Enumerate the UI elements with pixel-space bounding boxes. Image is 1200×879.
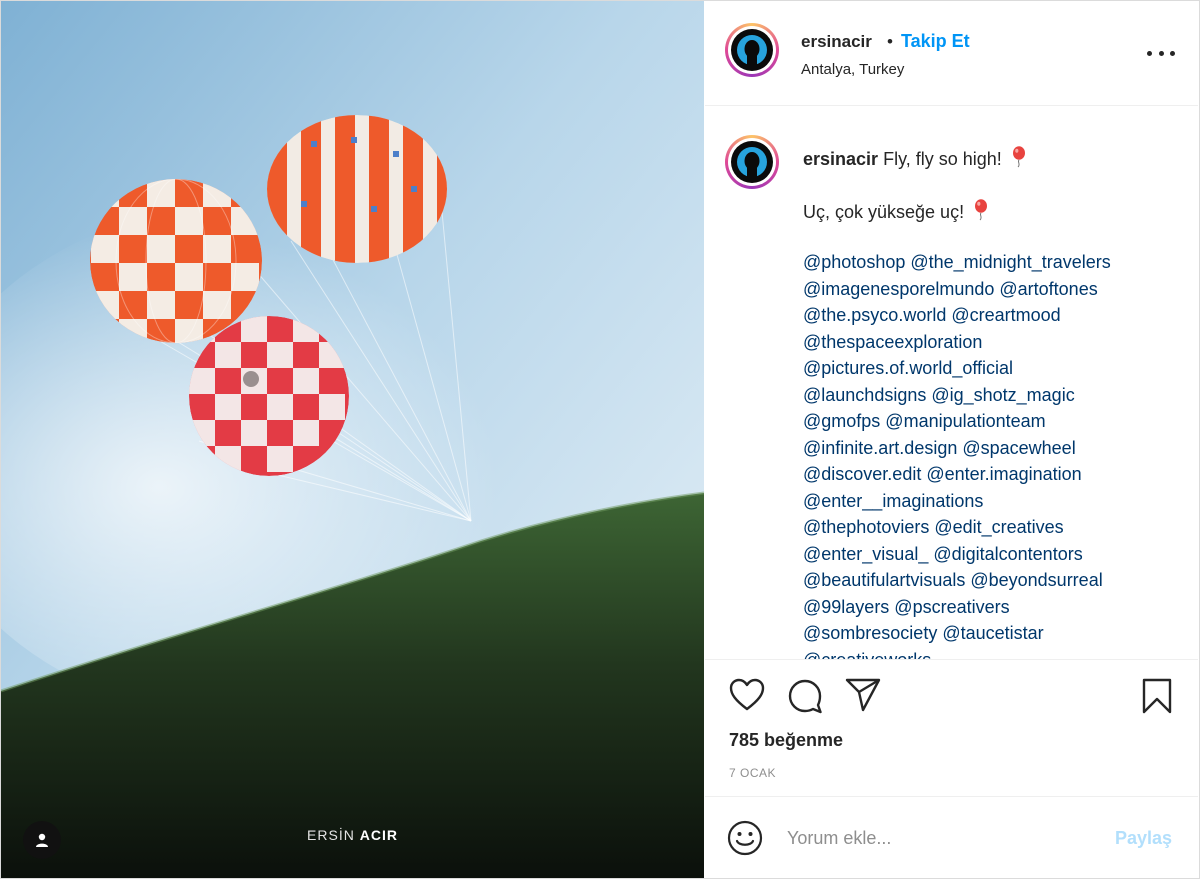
mention-line[interactable]: @enter_visual_ @digitalcontentors xyxy=(803,541,1183,568)
caption-avatar[interactable] xyxy=(725,135,779,189)
location-link[interactable]: Antalya, Turkey xyxy=(801,61,904,78)
mention-line[interactable]: @99layers @pscreativers xyxy=(803,594,1183,621)
mention-line[interactable]: @gmofps @manipulationteam xyxy=(803,408,1183,435)
avatar[interactable] xyxy=(725,23,779,77)
post-caption: ersinacir Fly, fly so high! Uç, çok yüks… xyxy=(705,106,1198,659)
post-header: ersinacir • Takip Et Antalya, Turkey xyxy=(705,1,1198,106)
balloon-emoji-icon xyxy=(1012,146,1025,168)
user-tag-button[interactable] xyxy=(23,821,61,859)
mention-line[interactable]: @beautifulartvisuals @beyondsurreal xyxy=(803,567,1183,594)
mention-line[interactable]: @creativeworks xyxy=(803,647,1183,660)
photo-watermark: ERSİN ACIR xyxy=(1,827,704,843)
comment-bubble-icon[interactable] xyxy=(787,678,823,714)
user-tag-icon xyxy=(36,833,48,847)
post-actions: 785 beğenme 7 OCAK xyxy=(705,659,1198,797)
mention-line[interactable]: @photoshop @the_midnight_travelers xyxy=(803,249,1183,276)
comment-input[interactable] xyxy=(787,821,1087,855)
smiley-icon[interactable] xyxy=(727,820,763,856)
header-username[interactable]: ersinacir xyxy=(801,32,872,52)
mention-line[interactable]: @discover.edit @enter.imagination xyxy=(803,461,1183,488)
caption-second-line: Uç, çok yükseğe uç! xyxy=(803,199,989,223)
parachute-image xyxy=(1,1,704,878)
header-separator: • xyxy=(887,32,893,51)
balloon-emoji-icon xyxy=(975,199,988,221)
heart-icon[interactable] xyxy=(729,678,765,712)
paper-plane-icon[interactable] xyxy=(845,678,881,712)
mention-line[interactable]: @enter__imaginations xyxy=(803,488,1183,515)
mention-line[interactable]: @thespaceexploration xyxy=(803,329,1183,356)
caption-mentions: @photoshop @the_midnight_travelers @imag… xyxy=(803,249,1183,659)
watermark-first-name: ERSİN xyxy=(307,827,355,843)
caption-username[interactable]: ersinacir xyxy=(803,149,878,169)
post-date[interactable]: 7 OCAK xyxy=(729,766,776,780)
bookmark-icon[interactable] xyxy=(1141,678,1173,714)
caption-text-en: Fly, fly so high! xyxy=(883,149,1002,169)
caption-avatar-image xyxy=(737,147,767,177)
post-side-panel: ersinacir • Takip Et Antalya, Turkey ers… xyxy=(705,1,1198,878)
mention-line[interactable]: @imagenesporelmundo @artoftones xyxy=(803,276,1183,303)
more-options-icon[interactable] xyxy=(1147,45,1175,61)
like-count[interactable]: 785 beğenme xyxy=(729,730,843,751)
mention-line[interactable]: @launchdsigns @ig_shotz_magic xyxy=(803,382,1183,409)
mention-line[interactable]: @sombresociety @taucetistar xyxy=(803,620,1183,647)
watermark-last-name: ACIR xyxy=(359,827,398,843)
mention-line[interactable]: @infinite.art.design @spacewheel xyxy=(803,435,1183,462)
comment-bar: Paylaş xyxy=(705,796,1198,879)
mention-line[interactable]: @the.psyco.world @creartmood xyxy=(803,302,1183,329)
mention-line[interactable]: @pictures.of.world_official xyxy=(803,355,1183,382)
avatar-image xyxy=(737,35,767,65)
follow-button[interactable]: Takip Et xyxy=(901,31,970,52)
caption-text-tr: Uç, çok yükseğe uç! xyxy=(803,202,965,222)
caption-first-line: ersinacir Fly, fly so high! xyxy=(803,146,1027,170)
mention-line[interactable]: @thephotoviers @edit_creatives xyxy=(803,514,1183,541)
post-photo[interactable]: ERSİN ACIR xyxy=(1,1,704,878)
post-comment-button[interactable]: Paylaş xyxy=(1115,828,1172,849)
